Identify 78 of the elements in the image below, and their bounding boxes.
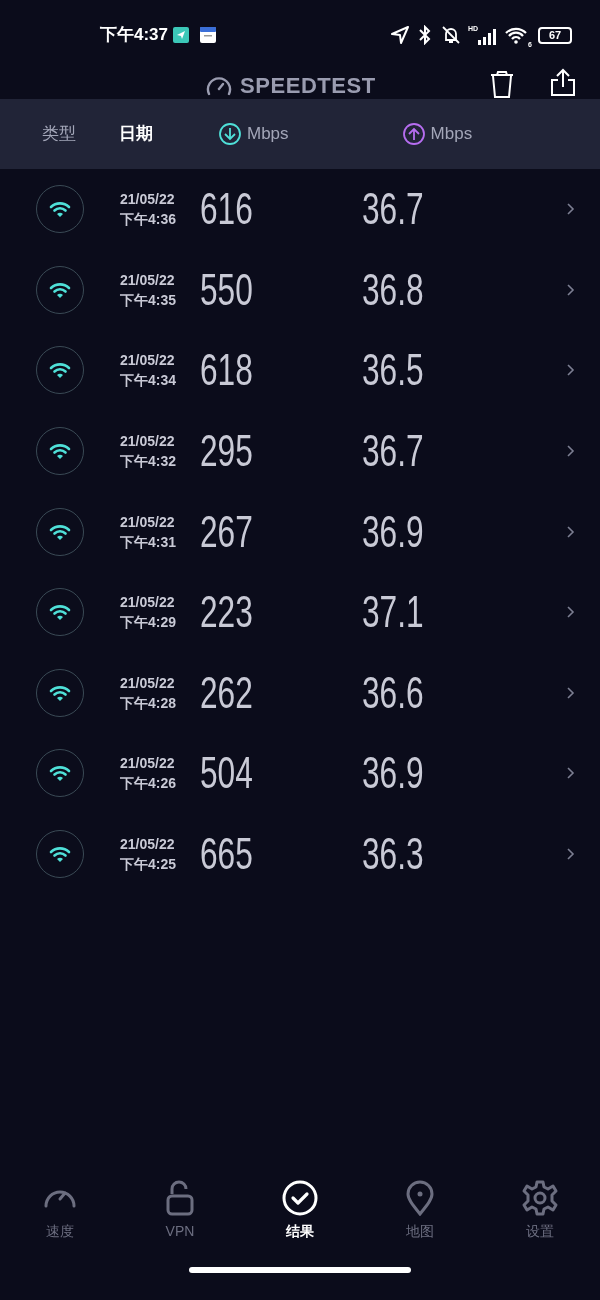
column-header[interactable]: 日期 (119, 121, 153, 147)
result-row[interactable]: 21/05/22 下午4:31 267 36.9 (0, 491, 600, 572)
settings-icon (522, 1180, 558, 1216)
result-date: 21/05/22 (120, 270, 176, 290)
navigation-app-icon (173, 27, 190, 43)
result-date: 21/05/22 (120, 593, 176, 613)
tab-bar-item[interactable]: 地图 (360, 1180, 480, 1260)
tab-bar-item[interactable]: 速度 (0, 1180, 120, 1260)
result-time: 下午4:25 (120, 855, 178, 875)
result-date: 21/05/22 (120, 432, 176, 452)
signal-icon (478, 29, 499, 45)
upload-speed: 36.6 (362, 670, 424, 715)
result-date: 21/05/22 (120, 835, 176, 855)
column-header[interactable]: Mbps (219, 121, 289, 147)
download-speed: 504 (200, 751, 253, 796)
column-header[interactable]: 类型 (42, 121, 76, 147)
status-time: 下午4:37 (100, 24, 169, 47)
download-speed: 665 (200, 832, 253, 877)
muted-bell-icon (439, 25, 462, 45)
download-speed: 295 (200, 429, 253, 474)
tab-bar-item[interactable]: 设置 (480, 1180, 600, 1260)
download-speed: 223 (200, 590, 253, 635)
chevron-right-icon (567, 606, 575, 619)
result-row[interactable]: 21/05/22 下午4:26 504 36.9 (0, 733, 600, 814)
result-row[interactable]: 21/05/22 下午4:25 665 36.3 (0, 813, 600, 895)
result-time: 下午4:31 (120, 532, 178, 552)
result-time: 下午4:26 (120, 774, 178, 794)
result-row[interactable]: 21/05/22 下午4:36 616 36.7 (0, 169, 600, 250)
upload-speed: 36.7 (362, 187, 424, 232)
bluetooth-icon (417, 25, 432, 45)
download-speed: 262 (200, 670, 253, 715)
chevron-right-icon (567, 364, 575, 377)
download-speed: 267 (200, 509, 253, 554)
delete-icon[interactable] (490, 71, 514, 99)
upload-speed: 36.7 (362, 429, 424, 474)
column-header[interactable]: Mbps (402, 121, 473, 147)
result-time: 下午4:32 (120, 452, 178, 472)
share-icon[interactable] (551, 68, 575, 96)
chevron-right-icon (567, 203, 575, 216)
calendar-app-icon (200, 27, 217, 43)
gauge-icon (206, 74, 232, 96)
chevron-right-icon (567, 445, 575, 458)
result-date: 21/05/22 (120, 351, 176, 371)
result-row[interactable]: 21/05/22 下午4:28 262 36.6 (0, 652, 600, 734)
result-row[interactable]: 21/05/22 下午4:29 223 37.1 (0, 571, 600, 653)
upload-speed: 36.8 (362, 267, 424, 312)
result-row[interactable]: 21/05/22 下午4:34 618 36.5 (0, 330, 600, 411)
result-date: 21/05/22 (120, 673, 176, 693)
chevron-right-icon (567, 767, 575, 780)
download-speed: 618 (200, 348, 253, 393)
upload-speed: 36.3 (362, 832, 424, 877)
result-time: 下午4:36 (120, 210, 178, 230)
chevron-right-icon (567, 283, 575, 296)
download-speed: 616 (200, 187, 253, 232)
result-date: 21/05/22 (120, 190, 176, 210)
download-speed: 550 (200, 267, 253, 312)
result-row[interactable]: 21/05/22 下午4:32 295 36.7 (0, 410, 600, 492)
upload-speed: 36.9 (362, 509, 424, 554)
chevron-right-icon (567, 686, 575, 699)
location-arrow-icon (389, 25, 410, 45)
result-date: 21/05/22 (120, 754, 176, 774)
tab-bar-item[interactable]: 结果 (240, 1180, 360, 1260)
tab-bar-item[interactable]: VPN (120, 1180, 240, 1260)
upload-speed: 37.1 (362, 590, 424, 635)
result-date: 21/05/22 (120, 512, 176, 532)
result-row[interactable]: 21/05/22 下午4:35 550 36.8 (0, 249, 600, 331)
chevron-right-icon (567, 525, 575, 538)
result-time: 下午4:34 (120, 371, 178, 391)
check-circle-icon (282, 1180, 318, 1216)
upload-speed: 36.5 (362, 348, 424, 393)
result-time: 下午4:35 (120, 290, 178, 310)
upload-speed: 36.9 (362, 751, 424, 796)
wifi-icon (504, 26, 529, 44)
battery-indicator: 67 (538, 26, 572, 44)
result-time: 下午4:28 (120, 693, 178, 713)
app-title: SPEEDTEST (240, 71, 376, 100)
result-time: 下午4:29 (120, 613, 178, 633)
chevron-right-icon (567, 848, 575, 861)
